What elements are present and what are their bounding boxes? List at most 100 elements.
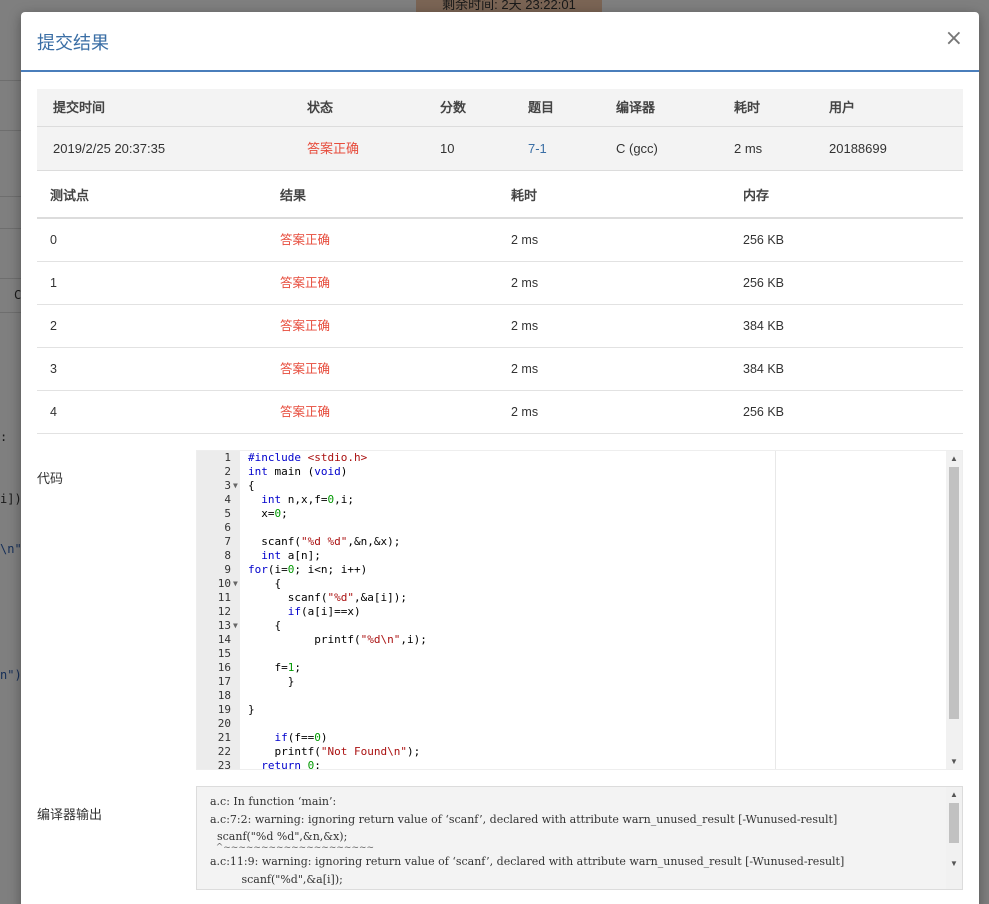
line-number: 15 [217,647,231,660]
summary-row: 2019/2/25 20:37:35 答案正确 10 7-1 C (gcc) 2… [37,127,963,171]
case-result: 答案正确 [280,319,331,333]
scroll-down-icon[interactable]: ▼ [950,757,958,766]
code-line: 8 int a[n]; [197,549,777,563]
line-number: 12 [217,605,231,618]
dialog-header: 提交结果 × [21,12,979,72]
summary-header-row: 提交时间 状态 分数 题目 编译器 耗时 用户 [37,89,963,127]
fold-toggle-icon[interactable]: ▼ [233,577,238,591]
code-text: { [248,577,282,590]
case-time: 2 ms [511,276,539,290]
line-number: 20 [217,717,231,730]
header-duration: 耗时 [734,100,761,115]
code-line: 22 printf("Not Found\n"); [197,745,777,759]
fold-toggle-icon[interactable]: ▼ [233,479,238,493]
code-lines: 1 #include <stdio.h> 2 int main (void) 3 ▼{4 … [197,451,777,770]
line-number: 19 [217,703,231,716]
submission-result-dialog: 提交结果 × 提交时间 状态 分数 题目 编译器 耗时 用户 2019/2/25… [21,12,979,904]
header-score: 分数 [440,100,467,115]
line-number: 10 [217,577,231,590]
header-compiler: 编译器 [616,100,656,115]
code-line: 20 [197,717,777,731]
code-line: 4 int n,x,f=0,i; [197,493,777,507]
code-scrollbar[interactable]: ▲ ▼ [946,451,962,769]
dialog-title: 提交结果 [37,33,109,53]
line-number: 9 [224,563,231,576]
code-line: 13 ▼ { [197,619,777,633]
header-time: 耗时 [511,188,538,203]
line-number: 13 [217,619,231,632]
table-row: 3 答案正确 2 ms 384 KB [37,348,963,391]
code-line: 3 ▼ { [197,479,777,493]
header-user: 用户 [829,100,856,115]
output-line: ^~~~~~~~~~~~~~~~~~~~~ [210,843,375,853]
case-time: 2 ms [511,319,539,333]
output-line: a.c:11:9: warning: ignoring return value… [210,855,845,868]
line-number: 11 [217,591,231,604]
scroll-thumb[interactable] [949,803,959,843]
code-line: 19} [197,703,777,717]
header-memory: 内存 [743,188,770,203]
header-status: 状态 [307,100,334,115]
line-number: 8 [224,549,231,562]
cases-header-row: 测试点 结果 耗时 内存 [37,172,963,219]
code-text: } [248,675,295,688]
scroll-up-icon[interactable]: ▲ [950,454,958,463]
line-number: 5 [224,507,231,520]
compiler-output-label: 编译器输出 [37,807,103,822]
user-value: 20188699 [829,141,887,156]
line-number: 7 [224,535,231,548]
case-result: 答案正确 [280,405,331,419]
output-line: a.c: In function ‘main’: [210,795,337,808]
code-text: } [248,703,255,716]
code-editor[interactable]: 1 #include <stdio.h> 2 int main (void) 3 ▼{4 … [196,450,963,770]
code-text: #include <stdio.h> [248,451,368,464]
compiler-output-box[interactable]: a.c: In function ‘main’: a.c:7:2: warnin… [196,786,963,890]
close-icon[interactable]: × [945,27,963,51]
line-number: 4 [224,493,231,506]
case-memory: 256 KB [743,405,785,419]
code-text: if(a[i]==x) [287,605,361,618]
problem-link[interactable]: 7-1 [528,127,547,171]
line-number: 22 [217,745,231,758]
case-time: 2 ms [511,405,539,419]
code-line: 12 if(a[i]==x) [197,605,777,619]
case-id: 4 [50,405,57,419]
code-line: 15 [197,647,777,661]
code-text: printf("Not Found\n"); [248,745,421,758]
score-value: 10 [440,141,455,156]
line-number: 21 [217,731,231,744]
code-line: 1 #include <stdio.h> [197,451,777,465]
line-number: 6 [224,521,231,534]
code-line: 21 if(f==0) [197,731,777,745]
header-result: 结果 [280,188,307,203]
code-text: { [248,619,282,632]
code-line: 6 [197,521,777,535]
fold-toggle-icon[interactable]: ▼ [233,619,238,633]
case-result: 答案正确 [280,276,331,290]
scroll-thumb[interactable] [949,467,959,719]
header-test-point: 测试点 [50,188,90,203]
code-label: 代码 [37,471,64,486]
test-cases-table: 测试点 结果 耗时 内存 0 答案正确 2 ms 256 KB 1 答案正确 2… [37,172,963,434]
line-number: 17 [217,675,231,688]
output-line: scanf("%d %d",&n,&x); [210,830,348,843]
code-text: scanf("%d %d",&n,&x); [248,535,401,548]
scroll-down-icon[interactable]: ▼ [950,859,958,868]
output-line: a.c:7:2: warning: ignoring return value … [210,813,838,826]
line-number: 14 [217,633,231,646]
line-number: 3 [224,479,231,492]
line-number: 1 [224,451,231,464]
code-line: 11 scanf("%d",&a[i]); [197,591,777,605]
code-line: 17 } [197,675,777,689]
code-text: return 0; [261,759,321,770]
code-line: 16 f=1; [197,661,777,675]
output-scrollbar[interactable]: ▲ ▼ [946,787,962,889]
header-submit-time: 提交时间 [53,100,106,115]
code-line: 14 printf("%d\n",i); [197,633,777,647]
scroll-up-icon[interactable]: ▲ [950,790,958,799]
code-text: int main (void) [248,465,348,478]
case-result: 答案正确 [280,362,331,376]
code-text: if(f==0) [274,731,328,744]
code-line: 10 ▼ { [197,577,777,591]
code-line: 5 x=0; [197,507,777,521]
